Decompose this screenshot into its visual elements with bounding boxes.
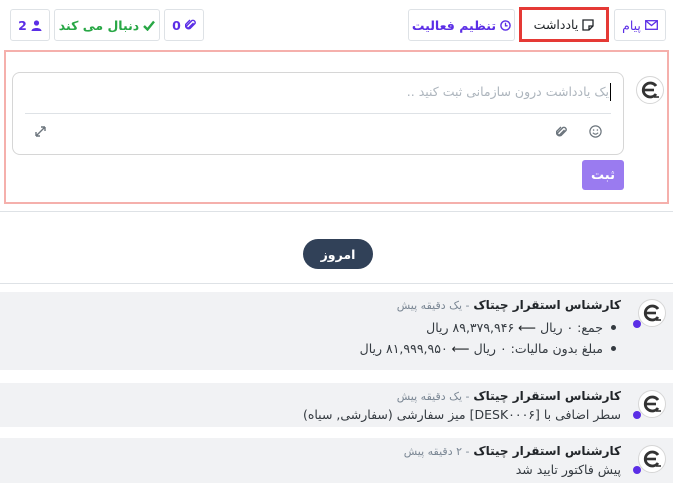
user-icon: [31, 19, 42, 31]
schedule-activity-button[interactable]: تنظیم فعالیت: [408, 9, 515, 41]
message-body: پیش فاکتور تایید شد: [515, 462, 621, 477]
emoji-icon[interactable]: [589, 125, 602, 138]
avatar: [638, 445, 666, 473]
following-button[interactable]: دنبال می کند: [54, 9, 160, 41]
attachments-count: 0: [172, 17, 181, 33]
following-label: دنبال می کند: [58, 17, 140, 33]
message-body: سطر اضافی با [DESK۰۰۰۶] میز سفارشی (سفار…: [302, 407, 621, 422]
tracking-item: جمع: ۰ ریال ⟵ ۸۹,۳۷۹,۹۴۶ ریال: [360, 317, 621, 338]
note-input-placeholder: یک یادداشت درون سازمانی ثبت کنید ..: [406, 84, 609, 99]
followers-button[interactable]: 2: [10, 9, 50, 41]
avatar: [638, 390, 666, 418]
online-status-dot: [633, 466, 641, 474]
online-status-dot: [633, 320, 641, 328]
company-logo-icon: [641, 81, 659, 99]
check-icon: [143, 20, 156, 31]
avatar: [636, 76, 664, 104]
message-time: - یک دقیقه پیش: [396, 390, 470, 403]
chatter-message: کارشناس استقرار چیتاک - یک دقیقه پیش جمع…: [0, 292, 673, 370]
company-logo-icon: [643, 304, 661, 322]
composer-divider: [0, 211, 673, 212]
paperclip-icon[interactable]: [556, 126, 567, 138]
log-note-label: یادداشت: [533, 17, 579, 32]
message-header: کارشناس استقرار چیتاک - ۲ دقیقه پیش: [404, 444, 621, 458]
followers-count: 2: [18, 17, 27, 33]
editor-divider: [25, 113, 611, 114]
chatter-message: کارشناس استقرار چیتاک - یک دقیقه پیش سطر…: [0, 383, 673, 427]
company-logo-icon: [643, 395, 661, 413]
arrow-left-icon: ⟵: [518, 320, 537, 335]
expand-icon[interactable]: [35, 126, 46, 137]
message-author: کارشناس استقرار چیتاک: [473, 389, 621, 403]
log-note-button[interactable]: یادداشت: [519, 7, 609, 42]
tracking-item: مبلغ بدون مالیات: ۰ ریال ⟵ ۸۱,۹۹۹,۹۵۰ ری…: [360, 338, 621, 359]
chatter-message: کارشناس استقرار چیتاک - ۲ دقیقه پیش پیش …: [0, 438, 673, 483]
note-icon: [582, 18, 594, 31]
avatar: [638, 299, 666, 327]
attachments-button[interactable]: 0: [164, 9, 204, 41]
timeline-divider: [0, 283, 673, 284]
tracking-values: جمع: ۰ ریال ⟵ ۸۹,۳۷۹,۹۴۶ ریال مبلغ بدون …: [360, 317, 621, 359]
message-time: - یک دقیقه پیش: [396, 299, 470, 312]
company-logo-icon: [643, 450, 661, 468]
note-composer: یک یادداشت درون سازمانی ثبت کنید .. ثبت: [4, 50, 669, 204]
schedule-activity-label: تنظیم فعالیت: [411, 17, 497, 33]
paperclip-icon: [184, 19, 196, 30]
message-header: کارشناس استقرار چیتاک - یک دقیقه پیش: [397, 389, 621, 403]
send-message-label: پیام: [622, 17, 641, 33]
date-separator-today: امروز: [303, 239, 373, 269]
arrow-left-icon: ⟵: [451, 341, 470, 356]
send-message-button[interactable]: پیام: [614, 9, 666, 41]
message-author: کارشناس استقرار چیتاک: [473, 444, 621, 458]
submit-note-button[interactable]: ثبت: [582, 160, 624, 190]
clock-icon: [500, 19, 511, 31]
online-status-dot: [633, 411, 641, 419]
message-time: - ۲ دقیقه پیش: [403, 445, 470, 458]
message-author: کارشناس استقرار چیتاک: [473, 298, 621, 312]
envelope-icon: [644, 20, 658, 30]
note-editor[interactable]: یک یادداشت درون سازمانی ثبت کنید ..: [12, 72, 624, 155]
message-header: کارشناس استقرار چیتاک - یک دقیقه پیش: [397, 298, 621, 312]
